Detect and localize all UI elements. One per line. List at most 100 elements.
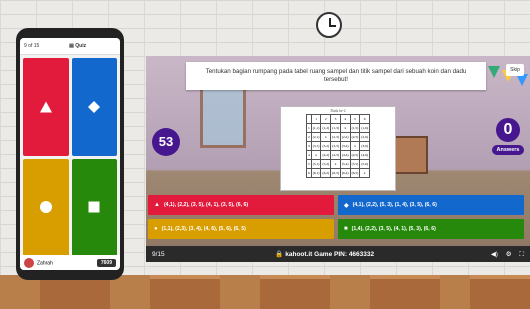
triangle-icon bbox=[39, 101, 52, 113]
game-board: Tentukan bagian rumpang pada tabel ruang… bbox=[146, 56, 530, 262]
desk bbox=[470, 275, 530, 309]
table-cell: (6,3) bbox=[330, 168, 341, 178]
table-cell: x bbox=[359, 168, 371, 178]
answer-tiles bbox=[23, 58, 117, 256]
table-cell: (5,1) bbox=[310, 159, 322, 169]
table-cell: (2,6) bbox=[359, 132, 371, 142]
choice-text: (4,1), (2,2), (3, 5), (4, 1), (3, 5), (6… bbox=[163, 202, 249, 208]
table-cell: (6,1) bbox=[310, 168, 322, 178]
answer-tile-red[interactable] bbox=[23, 58, 69, 156]
choice-text: (1,1), (2,3), (3, 4), (4, 6), (5, 6), (6… bbox=[161, 226, 246, 232]
table-cell: x bbox=[339, 123, 351, 133]
choice-text: (4,1), (2,2), (5, 3), (1, 4), (3, 5), (6… bbox=[352, 202, 437, 208]
table-cell: x bbox=[320, 132, 332, 142]
answers-count: 0 bbox=[496, 118, 520, 142]
choice-red[interactable]: ▲ (4,1), (2,2), (3, 5), (4, 1), (3, 5), … bbox=[148, 195, 334, 215]
table-row: 4 x (4,2) (4,3) (4,4) (4,5) (4,6) bbox=[305, 150, 371, 160]
mode-label: Quiz bbox=[75, 43, 87, 49]
answer-tile-yellow[interactable] bbox=[23, 158, 69, 256]
table-cell: x bbox=[349, 141, 361, 151]
table-cell: (4,2) bbox=[320, 150, 332, 160]
choice-green[interactable]: ■ (1,4), (2,2), (3, 5), (4, 1), (5, 3), … bbox=[338, 219, 524, 239]
table-cell: (3,1) bbox=[310, 141, 322, 151]
answers-counter: 0 Answers bbox=[492, 118, 524, 155]
table-cell: (2,5) bbox=[349, 132, 361, 142]
footer-progress: 9/15 bbox=[152, 250, 165, 258]
question-image: Dadu ke-2 123456 1 (1,1) (1,2) (1,3) x (1,5)(… bbox=[280, 106, 396, 191]
table-cell: x bbox=[310, 150, 322, 160]
countdown-timer: 53 bbox=[152, 128, 180, 156]
table-cell: (6,5) bbox=[349, 168, 361, 178]
table-caption: Dadu ke-2 bbox=[330, 109, 346, 113]
table-row: 5 (5,1) (5,2) x (5,4) (5,5) (5,6) bbox=[305, 159, 371, 169]
table-cell: (1,2) bbox=[320, 123, 332, 133]
circle-icon: ● bbox=[154, 226, 158, 232]
lock-icon: 🔒 bbox=[275, 251, 286, 258]
game-pin: kahoot.it Game PIN: 4663332 bbox=[285, 251, 375, 258]
table-cell: (5,2) bbox=[320, 159, 332, 169]
table-row: 2 (2,1) x (2,3) (2,4) (2,5) (2,6) bbox=[305, 132, 371, 142]
table-cell: (2,4) bbox=[339, 132, 351, 142]
table-cell: (3,2) bbox=[320, 141, 332, 151]
table-cell: (1,6) bbox=[359, 123, 371, 133]
table-cell: (3,4) bbox=[339, 141, 351, 151]
player-score: 7609 bbox=[96, 258, 116, 267]
table-row: 6 (6,1) (6,2) (6,3) (6,4) (6,5) x bbox=[305, 168, 371, 178]
table-header-cell: 2 bbox=[320, 114, 332, 124]
table-cell: (4,5) bbox=[349, 150, 361, 160]
sample-space-table: 123456 1 (1,1) (1,2) (1,3) x (1,5) (1,6) 2 (2,1)… bbox=[305, 114, 371, 178]
answer-tile-blue[interactable] bbox=[71, 58, 117, 156]
table-cell: (4,3) bbox=[330, 150, 341, 160]
question-progress: 9 of 15 bbox=[24, 43, 40, 49]
table-cell: (2,1) bbox=[310, 132, 322, 142]
square-icon: ■ bbox=[344, 226, 348, 232]
square-icon bbox=[88, 201, 100, 213]
table-cell: (6,4) bbox=[339, 168, 351, 178]
skip-button[interactable]: Skip bbox=[506, 64, 524, 76]
settings-icon[interactable]: ⚙ bbox=[506, 251, 512, 258]
table-cell: (4,4) bbox=[339, 150, 351, 160]
table-row: 1 (1,1) (1,2) (1,3) x (1,5) (1,6) bbox=[305, 123, 371, 133]
table-header-cell: 5 bbox=[349, 114, 361, 124]
table-row: 3 (3,1) (3,2) (3,3) (3,4) x (3,6) bbox=[305, 141, 371, 151]
table-cell: x bbox=[330, 159, 341, 169]
table-cell: (3,6) bbox=[359, 141, 371, 151]
answer-tile-green[interactable] bbox=[71, 158, 117, 256]
table-cell: (5,5) bbox=[349, 159, 361, 169]
choice-text: (1,4), (2,2), (3, 5), (4, 1), (5, 3), (6… bbox=[351, 226, 436, 232]
table-cell: (1,3) bbox=[330, 123, 341, 133]
diamond-icon bbox=[88, 100, 101, 113]
desk bbox=[260, 275, 330, 309]
table-cell: (1,5) bbox=[349, 123, 361, 133]
player-phone: 9 of 15 ▤ Quiz Zahrah 7609 bbox=[16, 28, 124, 280]
table-cell: (6,2) bbox=[320, 168, 332, 178]
window-decoration bbox=[200, 84, 246, 148]
circle-icon bbox=[39, 201, 52, 214]
game-footer: 9/15 🔒 kahoot.it Game PIN: 4663332 ◀) ⚙ … bbox=[146, 246, 530, 262]
table-cell: (5,4) bbox=[339, 159, 351, 169]
phone-topbar: 9 of 15 ▤ Quiz bbox=[20, 38, 120, 55]
phone-screen: 9 of 15 ▤ Quiz Zahrah 7609 bbox=[20, 38, 120, 270]
choice-yellow[interactable]: ● (1,1), (2,3), (3, 4), (4, 6), (5, 6), … bbox=[148, 219, 334, 239]
answers-label: Answers bbox=[492, 145, 524, 155]
triangle-icon: ▲ bbox=[154, 202, 160, 208]
table-cell: (4,6) bbox=[359, 150, 371, 160]
clock-icon bbox=[316, 12, 342, 38]
table-cell: (5,6) bbox=[359, 159, 371, 169]
desk bbox=[150, 275, 220, 309]
table-header-cell: 4 bbox=[339, 114, 351, 124]
player-name: Zahrah bbox=[37, 259, 53, 266]
diamond-icon: ◆ bbox=[344, 202, 349, 209]
table-header-cell: 6 bbox=[359, 114, 371, 124]
desk bbox=[40, 275, 110, 309]
question-text: Tentukan bagian rumpang pada tabel ruang… bbox=[186, 62, 486, 90]
desk bbox=[370, 275, 440, 309]
avatar bbox=[24, 257, 34, 268]
volume-icon[interactable]: ◀) bbox=[491, 251, 498, 258]
fullscreen-icon[interactable]: ⛶ bbox=[519, 251, 524, 258]
phone-footer: Zahrah 7609 bbox=[20, 255, 120, 270]
table-cell: (1,1) bbox=[310, 123, 322, 133]
table-cell: (2,3) bbox=[330, 132, 341, 142]
table-header-cell: 1 bbox=[310, 114, 322, 124]
choice-blue[interactable]: ◆ (4,1), (2,2), (5, 3), (1, 4), (3, 5), … bbox=[338, 195, 524, 215]
